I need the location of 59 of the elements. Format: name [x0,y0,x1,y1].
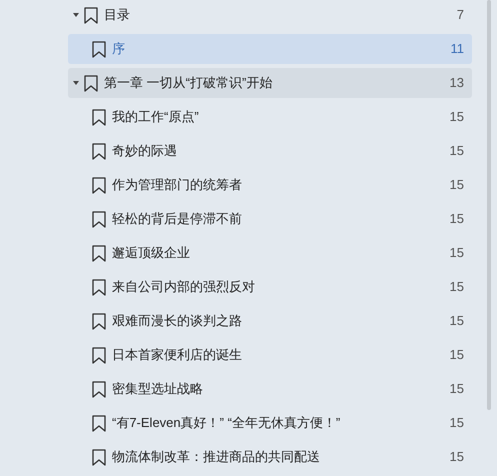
bookmark-icon [92,108,106,126]
outline-item[interactable]: 来自公司内部的强烈反对 15 [68,272,472,302]
outline-item[interactable]: 日本首家便利店的诞生 15 [68,340,472,370]
page-number: 13 [450,74,464,92]
item-title: 目录 [104,6,130,24]
bookmark-icon [92,142,106,160]
outline-item[interactable]: 邂逅顶级企业 15 [68,238,472,268]
outline-item[interactable]: 我的工作“原点” 15 [68,102,472,132]
page-number: 15 [450,244,464,262]
bookmark-icon [92,380,106,398]
outline-item[interactable]: 密集型选址战略 15 [68,374,472,404]
item-title: “有7-Eleven真好！” “全年无休真方便！” [112,414,340,432]
page-number: 7 [456,6,464,24]
item-title: 轻松的背后是停滞不前 [112,210,242,228]
bookmark-icon [92,414,106,432]
item-title: 作为管理部门的统筹者 [112,176,242,194]
item-title: 奇妙的际遇 [112,142,177,160]
page-number: 11 [450,40,464,58]
page-number: 15 [450,278,464,296]
page-number: 15 [450,108,464,126]
page-number: 15 [450,142,464,160]
outline-item[interactable]: 轻松的背后是停滞不前 15 [68,204,472,234]
page-number: 15 [450,176,464,194]
item-title: 物流体制改革：推进商品的共同配送 [112,448,320,466]
item-title: 邂逅顶级企业 [112,244,190,262]
bookmark-icon [92,244,106,262]
outline-item[interactable]: 奇妙的际遇 15 [68,136,472,166]
item-title: 来自公司内部的强烈反对 [112,278,255,296]
bookmark-icon [92,210,106,228]
bookmark-icon [92,40,106,58]
page-number: 15 [450,312,464,330]
expand-caret-icon[interactable] [72,79,80,87]
page-number: 15 [450,414,464,432]
item-title: 日本首家便利店的诞生 [112,346,242,364]
outline-item[interactable]: 序 11 [68,34,472,64]
item-title: 艰难而漫长的谈判之路 [112,312,242,330]
page-number: 15 [450,448,464,466]
item-title: 第一章 一切从“打破常识”开始 [104,74,272,92]
outline-item[interactable]: 第一章 一切从“打破常识”开始 13 [68,68,472,98]
outline-item[interactable]: 艰难而漫长的谈判之路 15 [68,306,472,336]
bookmark-icon [84,6,98,24]
bookmark-icon [92,312,106,330]
bookmark-icon [92,278,106,296]
outline-item[interactable]: 目录 7 [68,0,472,30]
page-number: 15 [450,210,464,228]
outline-item[interactable]: 作为管理部门的统筹者 15 [68,170,472,200]
page-number: 15 [450,380,464,398]
scrollbar[interactable] [487,0,491,410]
outline-item[interactable]: “有7-Eleven真好！” “全年无休真方便！” 15 [68,408,472,438]
outline-item[interactable]: 物流体制改革：推进商品的共同配送 15 [68,442,472,472]
item-title: 我的工作“原点” [112,108,199,126]
expand-caret-icon[interactable] [72,11,80,19]
bookmark-icon [92,346,106,364]
page-number: 15 [450,346,464,364]
item-title: 密集型选址战略 [112,380,203,398]
bookmark-icon [92,448,106,466]
item-title: 序 [112,40,125,58]
bookmark-icon [84,74,98,92]
bookmark-icon [92,176,106,194]
